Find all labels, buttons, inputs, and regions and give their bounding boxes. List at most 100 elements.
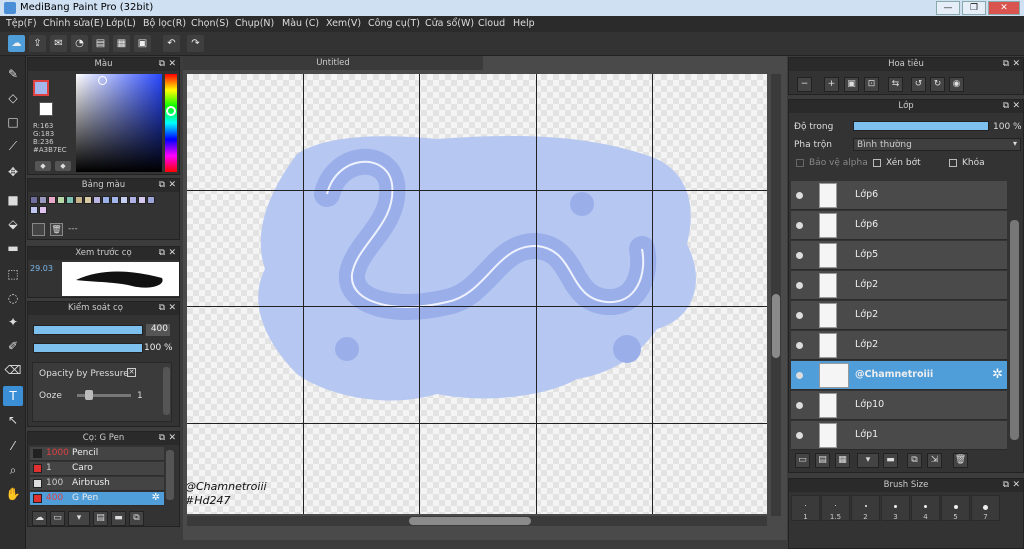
brush-row[interactable]: 1 Caro	[30, 462, 164, 476]
brush-size-cell[interactable]: 1.5	[821, 495, 850, 521]
layer-folder-icon[interactable]: ▬	[883, 453, 898, 468]
merge-layer-icon[interactable]: ⇲	[927, 453, 942, 468]
close-icon[interactable]: ✕	[168, 432, 176, 445]
menu-window[interactable]: Cửa sổ(W)	[425, 18, 474, 29]
menu-layer[interactable]: Lớp(L)	[106, 18, 136, 29]
comment-icon[interactable]: ✉	[50, 35, 67, 52]
select-pen-tool-icon[interactable]: ✐	[3, 336, 23, 356]
bucket-tool-icon[interactable]: ⬙	[3, 214, 23, 234]
lock-checkbox[interactable]	[949, 159, 957, 167]
layer-row[interactable]: Lớp2	[791, 301, 1007, 330]
primary-color-swatch[interactable]	[33, 80, 49, 96]
maximize-button[interactable]: ❐	[962, 1, 986, 15]
lasso-tool-icon[interactable]: ◌	[3, 288, 23, 308]
palette-swatch[interactable]	[39, 206, 47, 214]
eye-icon[interactable]	[796, 222, 803, 229]
palette-swatch[interactable]	[30, 206, 38, 214]
chat-icon[interactable]: ◔	[71, 35, 88, 52]
popout-icon[interactable]: ⧉	[159, 302, 165, 315]
minimize-button[interactable]: —	[936, 1, 960, 15]
palette-swatch[interactable]	[120, 196, 128, 204]
operation-tool-icon[interactable]: ↖	[3, 410, 23, 430]
brush-size-cell[interactable]: 4	[911, 495, 940, 521]
layer-row[interactable]: Lớp1	[791, 421, 1007, 450]
eyedropper-tool-icon[interactable]: ⁄	[3, 436, 23, 456]
grid-page-icon[interactable]: ▦	[113, 35, 130, 52]
brush-opacity-slider[interactable]	[33, 343, 143, 353]
brush-size-slider[interactable]	[33, 325, 143, 335]
new-brush-icon[interactable]: ▭	[50, 511, 65, 526]
palette-swatch[interactable]	[30, 196, 38, 204]
alpha-protect-checkbox[interactable]	[796, 159, 804, 167]
popout-icon[interactable]: ⧉	[159, 58, 165, 71]
eye-icon[interactable]	[796, 282, 803, 289]
menu-help[interactable]: Help	[513, 18, 535, 29]
brush-size-cell[interactable]: 3	[881, 495, 910, 521]
popout-icon[interactable]: ⧉	[159, 432, 165, 445]
eraser-tool-icon[interactable]: ◇	[3, 88, 23, 108]
layer-row[interactable]: @Chamnetroiii ✲	[791, 361, 1007, 390]
brush-size-value[interactable]: 400	[146, 324, 170, 336]
menu-tools[interactable]: Công cụ(T)	[368, 18, 420, 29]
hue-slider[interactable]	[165, 74, 177, 172]
close-icon[interactable]: ✕	[168, 302, 176, 315]
close-icon[interactable]: ✕	[168, 247, 176, 260]
layer-row[interactable]: Lớp5	[791, 241, 1007, 270]
palette-swatch[interactable]	[138, 196, 146, 204]
page-icon[interactable]: ▤	[92, 35, 109, 52]
cloud-brush-icon[interactable]: ☁	[32, 511, 47, 526]
brush-row[interactable]: 400 G Pen ✲	[30, 492, 164, 506]
palette-swatch[interactable]	[111, 196, 119, 204]
ooze-slider-handle[interactable]	[85, 390, 93, 400]
layer-row[interactable]: Lớp2	[791, 271, 1007, 300]
cloud-icon[interactable]: ☁	[8, 35, 25, 52]
menu-capture[interactable]: Chụp(N)	[235, 18, 274, 29]
gear-icon[interactable]: ✲	[992, 367, 1003, 382]
line-tool-icon[interactable]: ⟋	[3, 136, 23, 156]
brush-size-cell[interactable]: 7	[971, 495, 1000, 521]
reset-rotation-icon[interactable]: ◉	[949, 77, 964, 92]
actual-size-icon[interactable]: ⊡	[864, 77, 879, 92]
palette-swatch[interactable]	[66, 196, 74, 204]
hand-tool-icon[interactable]: ✋	[3, 484, 23, 504]
eye-icon[interactable]	[796, 312, 803, 319]
magic-wand-tool-icon[interactable]: ✦	[3, 312, 23, 332]
document-tab[interactable]: Untitled	[183, 56, 483, 70]
flip-icon[interactable]: ⇆	[888, 77, 903, 92]
popout-icon[interactable]: ⧉	[159, 179, 165, 192]
text-tool-icon[interactable]: T	[3, 386, 23, 406]
upload-icon[interactable]: ⇪	[29, 35, 46, 52]
duplicate-brush-icon[interactable]: ⧉	[129, 511, 144, 526]
brush-tool-icon[interactable]: ✎	[3, 64, 23, 84]
palette-swatch[interactable]	[93, 196, 101, 204]
palette-swatch[interactable]	[48, 196, 56, 204]
color-picker-cursor[interactable]	[98, 76, 107, 85]
layer-row[interactable]: Lớp6	[791, 211, 1007, 240]
popout-icon[interactable]: ⧉	[1003, 100, 1009, 113]
trash-icon[interactable]: 🗑	[50, 223, 63, 236]
select-rect-tool-icon[interactable]: ⬚	[3, 264, 23, 284]
eye-icon[interactable]	[796, 192, 803, 199]
undo-button[interactable]: ↶	[163, 35, 180, 52]
new-layer-icon[interactable]: ▭	[795, 453, 810, 468]
opacity-pressure-remove-icon[interactable]: ✕	[127, 368, 136, 377]
new-halftone-layer-icon[interactable]: ▤	[815, 453, 830, 468]
add-layer-dropdown-icon[interactable]: ▾	[857, 453, 879, 468]
zoom-out-icon[interactable]: −	[797, 77, 812, 92]
color-mode-button[interactable]: ◆	[35, 161, 51, 171]
brush-row[interactable]: 100 Airbrush	[30, 477, 164, 491]
redo-button[interactable]: ↷	[187, 35, 204, 52]
close-icon[interactable]: ✕	[168, 179, 176, 192]
options-scrollbar[interactable]	[163, 367, 170, 415]
brush-row[interactable]: 1000 Pencil	[30, 447, 164, 461]
eye-icon[interactable]	[796, 432, 803, 439]
add-brush-icon[interactable]: ▾	[68, 511, 90, 526]
rotate-left-icon[interactable]: ↺	[911, 77, 926, 92]
popout-icon[interactable]: ⧉	[1003, 479, 1009, 492]
drawing-canvas[interactable]: @Chamnetroiii #Hd247	[187, 74, 767, 514]
menu-view[interactable]: Xem(V)	[326, 18, 361, 29]
popout-icon[interactable]: ⧉	[1003, 58, 1009, 71]
menu-filter[interactable]: Bộ lọc(R)	[143, 18, 186, 29]
palette-swatch[interactable]	[57, 196, 65, 204]
layer-row[interactable]: Lớp2	[791, 331, 1007, 360]
